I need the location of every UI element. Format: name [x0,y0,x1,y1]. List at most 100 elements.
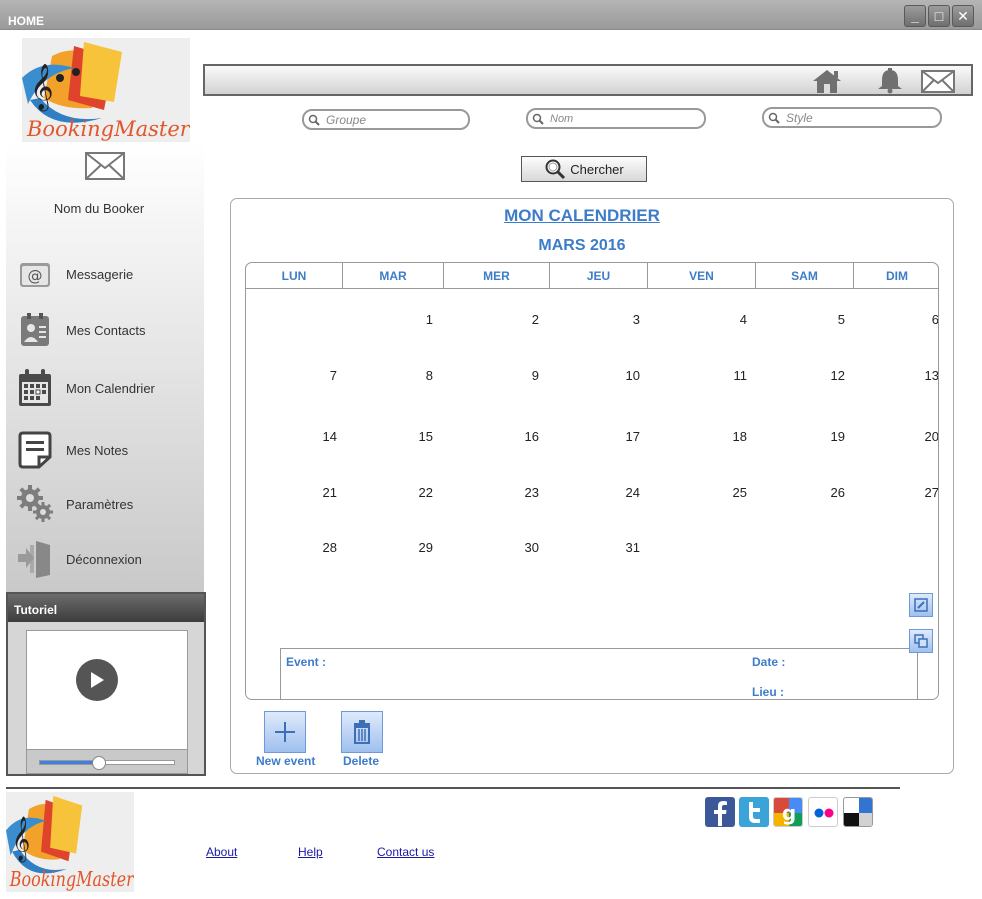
new-event-button[interactable] [264,711,306,753]
booker-name: Nom du Booker [53,201,145,216]
sidebar-item-label: Mon Calendrier [66,380,155,396]
calendar-day[interactable]: 29 [403,540,433,555]
sidebar-item-label: Mes Contacts [66,322,146,338]
calendar-day[interactable]: 7 [307,368,337,383]
calendar-header: LUN MAR MER JEU VEN SAM DIM [246,263,938,289]
footer-logo[interactable]: 𝄞 BookingMaster [6,792,135,892]
calendar-day[interactable]: 26 [815,485,845,500]
calendar-day[interactable]: 6 [909,312,938,327]
duplicate-event-button[interactable] [909,629,933,653]
calendar-day[interactable]: 19 [815,429,845,444]
calendar-day[interactable]: 22 [403,485,433,500]
calendar-day[interactable]: 4 [717,312,747,327]
tutorial-video[interactable] [26,630,188,774]
gear-icon [16,484,54,524]
sidebar-item-parametres[interactable]: Paramètres [16,484,201,524]
footer-link-contact[interactable]: Contact us [377,845,434,859]
search-icon [308,114,320,126]
calendar-day[interactable]: 16 [509,429,539,444]
calendar-day[interactable]: 15 [403,429,433,444]
calendar-day[interactable]: 5 [815,312,845,327]
calendar-day[interactable]: 28 [307,540,337,555]
svg-text:𝄞: 𝄞 [30,64,54,112]
date-label: Date : [752,655,786,669]
calendar-day[interactable]: 23 [509,485,539,500]
delete-button[interactable] [341,711,383,753]
footer-link-about[interactable]: About [206,845,237,859]
brand-logo[interactable]: 𝄞 BookingMaster [22,38,192,142]
top-toolbar [203,64,973,96]
search-group-input[interactable] [326,112,456,127]
play-icon[interactable] [76,659,118,701]
google-icon[interactable]: g [773,797,803,827]
maximize-button[interactable]: □ [928,5,950,27]
sidebar-item-calendrier[interactable]: Mon Calendrier [16,368,201,408]
calendar-day[interactable]: 9 [509,368,539,383]
calendar-grid: LUN MAR MER JEU VEN SAM DIM Event : Date… [245,262,939,700]
calendar-day[interactable]: 30 [509,540,539,555]
new-event-label: New event [256,754,316,768]
window-title: HOME [8,14,44,28]
close-button[interactable]: ✕ [952,5,974,27]
search-name-field[interactable] [526,108,706,129]
sidebar-item-contacts[interactable]: Mes Contacts [16,310,201,350]
search-name-input[interactable] [550,112,680,125]
day-name: MAR [343,263,444,288]
calendar-day[interactable]: 1 [403,312,433,327]
edit-icon [914,598,928,612]
calendar-day[interactable]: 17 [610,429,640,444]
calendar-day[interactable]: 13 [909,368,938,383]
calendar-day[interactable]: 14 [307,429,337,444]
calendar-day[interactable]: 12 [815,368,845,383]
facebook-icon[interactable] [705,797,735,827]
delicious-icon[interactable] [843,797,873,827]
calendar-day[interactable]: 2 [509,312,539,327]
sidebar-item-label: Messagerie [66,266,134,282]
flickr-icon[interactable] [808,797,838,827]
sidebar-item-label: Déconnexion [66,551,142,567]
calendar-day[interactable]: 11 [717,368,748,383]
calendar-day[interactable]: 18 [717,429,747,444]
plus-icon [275,722,295,742]
calendar-day[interactable]: 24 [610,485,640,500]
sidebar-item-notes[interactable]: Mes Notes [16,430,201,470]
search-style-field[interactable] [762,107,942,128]
video-controls [27,749,187,773]
calendar-title[interactable]: MON CALENDRIER [231,206,933,226]
sidebar-item-messagerie[interactable]: @ Messagerie [16,254,201,294]
logo-graphic: 𝄞 BookingMaster [22,42,192,141]
sidebar: Nom du Booker @ Messagerie Mes Contacts … [6,142,204,592]
svg-text:@: @ [28,267,43,285]
sidebar-item-deconnexion[interactable]: Déconnexion [16,539,201,579]
calendar-day[interactable]: 10 [610,368,640,383]
video-progress-handle[interactable] [91,756,106,770]
calendar-day[interactable]: 31 [610,540,640,555]
notes-icon [16,430,54,470]
tutorial-panel: Tutoriel [6,592,206,776]
video-progress-track[interactable] [39,756,175,770]
day-name: LUN [246,263,343,288]
search-button[interactable]: Chercher [521,156,647,182]
calendar-day[interactable]: 3 [610,312,640,327]
minimize-button[interactable]: _ [904,5,926,27]
logo-text: BookingMaster [26,117,190,141]
booker-mail-icon[interactable] [85,152,125,185]
home-icon[interactable] [810,68,844,99]
mail-icon[interactable] [921,68,955,99]
calendar-day[interactable]: 25 [717,485,747,500]
bell-icon[interactable] [875,68,905,99]
tutorial-title: Tutoriel [8,594,204,622]
calendar-day[interactable]: 21 [307,485,337,500]
footer-link-help[interactable]: Help [298,845,323,859]
logo-graphic: 𝄞 BookingMaster [6,795,135,892]
twitter-icon[interactable] [739,797,769,827]
search-icon [768,112,780,124]
calendar-day[interactable]: 8 [403,368,433,383]
calendar-day[interactable]: 27 [909,485,938,500]
logo-text: BookingMaster [9,868,134,891]
calendar-day[interactable]: 20 [909,429,938,444]
search-style-input[interactable] [786,110,916,125]
edit-event-button[interactable] [909,593,933,617]
contacts-icon [16,310,54,350]
search-group-field[interactable] [302,109,470,130]
